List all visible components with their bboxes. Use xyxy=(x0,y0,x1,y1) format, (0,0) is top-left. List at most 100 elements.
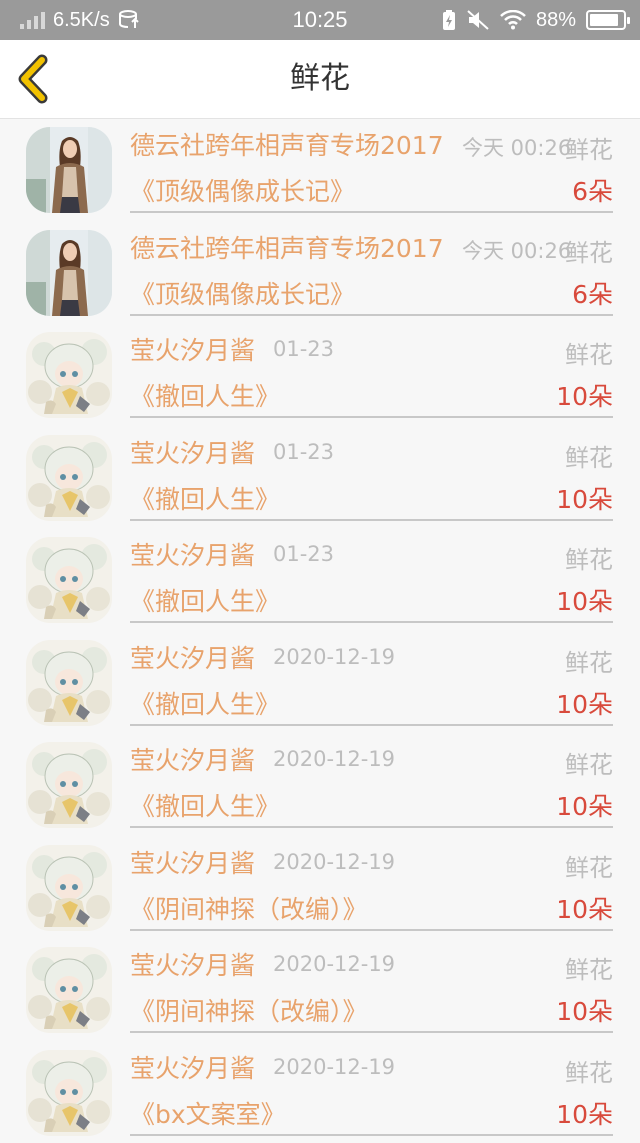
flower-record-list: 德云社跨年相声育专场2017 今天 00:26 鲜花 《顶级偶像成长记》 6朵 … xyxy=(0,118,640,1143)
gift-count: 10朵 xyxy=(556,1095,613,1131)
sender-name: 莹火汐月酱 xyxy=(130,741,255,777)
woman-photo-avatar xyxy=(26,127,112,213)
gift-type: 鲜花 xyxy=(565,438,613,473)
list-item[interactable]: 莹火汐月酱 2020-12-19 鲜花 《撤回人生》 10朵 xyxy=(0,733,640,836)
avatar[interactable] xyxy=(26,1050,112,1136)
avatar[interactable] xyxy=(26,435,112,521)
avatar[interactable] xyxy=(26,332,112,418)
book-title: 《顶级偶像成长记》 xyxy=(130,172,355,208)
avatar[interactable] xyxy=(26,640,112,726)
gift-type: 鲜花 xyxy=(565,950,613,985)
mute-icon xyxy=(466,9,490,31)
timestamp: 01-23 xyxy=(273,542,334,566)
sender-name: 莹火汐月酱 xyxy=(130,331,255,367)
avatar[interactable] xyxy=(26,127,112,213)
list-item[interactable]: 德云社跨年相声育专场2017 今天 00:26 鲜花 《顶级偶像成长记》 6朵 xyxy=(0,221,640,324)
app-header: 鲜花 xyxy=(0,40,640,119)
gift-count: 10朵 xyxy=(556,377,613,413)
divider xyxy=(130,929,613,931)
divider xyxy=(130,724,613,726)
list-item[interactable]: 德云社跨年相声育专场2017 今天 00:26 鲜花 《顶级偶像成长记》 6朵 xyxy=(0,118,640,221)
battery-icon xyxy=(586,10,626,30)
avatar[interactable] xyxy=(26,230,112,316)
gift-count: 6朵 xyxy=(572,275,613,311)
anime-girl-avatar xyxy=(26,845,112,931)
status-bar: 6.5K/s 10:25 88% xyxy=(0,0,640,40)
anime-girl-avatar xyxy=(26,1050,112,1136)
divider xyxy=(130,621,613,623)
gift-type: 鲜花 xyxy=(565,745,613,780)
timestamp: 01-23 xyxy=(273,337,334,361)
sender-name: 德云社跨年相声育专场2017 xyxy=(130,229,444,265)
gift-type: 鲜花 xyxy=(565,848,613,883)
avatar[interactable] xyxy=(26,947,112,1033)
sender-name: 莹火汐月酱 xyxy=(130,1049,255,1085)
anime-girl-avatar xyxy=(26,537,112,623)
anime-girl-avatar xyxy=(26,640,112,726)
avatar[interactable] xyxy=(26,537,112,623)
list-item[interactable]: 莹火汐月酱 01-23 鲜花 《撤回人生》 10朵 xyxy=(0,323,640,426)
book-title: 《撤回人生》 xyxy=(130,480,280,516)
anime-girl-avatar xyxy=(26,332,112,418)
gift-count: 10朵 xyxy=(556,480,613,516)
list-item[interactable]: 莹火汐月酱 2020-12-19 鲜花 《撤回人生》 10朵 xyxy=(0,631,640,734)
book-title: 《阴间神探（改编）》 xyxy=(130,992,368,1028)
sender-name: 莹火汐月酱 xyxy=(130,946,255,982)
sender-name: 莹火汐月酱 xyxy=(130,434,255,470)
timestamp: 01-23 xyxy=(273,440,334,464)
book-title: 《顶级偶像成长记》 xyxy=(130,275,355,311)
divider xyxy=(130,314,613,316)
page-title: 鲜花 xyxy=(0,40,640,118)
gift-count: 10朵 xyxy=(556,582,613,618)
divider xyxy=(130,519,613,521)
timestamp: 今天 00:26 xyxy=(462,235,571,265)
timestamp: 2020-12-19 xyxy=(273,747,395,771)
list-item[interactable]: 莹火汐月酱 01-23 鲜花 《撤回人生》 10朵 xyxy=(0,528,640,631)
timestamp: 2020-12-19 xyxy=(273,952,395,976)
timestamp: 2020-12-19 xyxy=(273,645,395,669)
list-item[interactable]: 莹火汐月酱 2020-12-19 鲜花 《阴间神探（改编）》 10朵 xyxy=(0,836,640,939)
timestamp: 2020-12-19 xyxy=(273,850,395,874)
gift-count: 6朵 xyxy=(572,172,613,208)
book-title: 《撤回人生》 xyxy=(130,685,280,721)
gift-count: 10朵 xyxy=(556,992,613,1028)
charging-icon xyxy=(442,9,456,31)
gift-count: 10朵 xyxy=(556,685,613,721)
anime-girl-avatar xyxy=(26,947,112,1033)
anime-girl-avatar xyxy=(26,742,112,828)
anime-girl-avatar xyxy=(26,435,112,521)
avatar[interactable] xyxy=(26,845,112,931)
battery-percent: 88% xyxy=(536,9,576,32)
list-item[interactable]: 莹火汐月酱 2020-12-19 鲜花 《bx文案室》 10朵 xyxy=(0,1041,640,1143)
gift-type: 鲜花 xyxy=(565,130,613,165)
timestamp: 2020-12-19 xyxy=(273,1055,395,1079)
divider xyxy=(130,211,613,213)
book-title: 《撤回人生》 xyxy=(130,377,280,413)
book-title: 《撤回人生》 xyxy=(130,582,280,618)
book-title: 《撤回人生》 xyxy=(130,787,280,823)
book-title: 《bx文案室》 xyxy=(130,1095,286,1131)
sender-name: 莹火汐月酱 xyxy=(130,639,255,675)
divider xyxy=(130,1031,613,1033)
woman-photo-avatar xyxy=(26,230,112,316)
sender-name: 德云社跨年相声育专场2017 xyxy=(130,126,444,162)
sender-name: 莹火汐月酱 xyxy=(130,844,255,880)
timestamp: 今天 00:26 xyxy=(462,132,571,162)
gift-type: 鲜花 xyxy=(565,335,613,370)
gift-type: 鲜花 xyxy=(565,643,613,678)
wifi-icon xyxy=(500,10,526,30)
divider xyxy=(130,1134,613,1136)
gift-type: 鲜花 xyxy=(565,540,613,575)
divider xyxy=(130,826,613,828)
status-right: 88% xyxy=(442,0,626,40)
avatar[interactable] xyxy=(26,742,112,828)
list-item[interactable]: 莹火汐月酱 01-23 鲜花 《撤回人生》 10朵 xyxy=(0,426,640,529)
list-item[interactable]: 莹火汐月酱 2020-12-19 鲜花 《阴间神探（改编）》 10朵 xyxy=(0,938,640,1041)
book-title: 《阴间神探（改编）》 xyxy=(130,890,368,926)
sender-name: 莹火汐月酱 xyxy=(130,536,255,572)
gift-type: 鲜花 xyxy=(565,1053,613,1088)
gift-count: 10朵 xyxy=(556,890,613,926)
divider xyxy=(130,416,613,418)
gift-count: 10朵 xyxy=(556,787,613,823)
gift-type: 鲜花 xyxy=(565,233,613,268)
